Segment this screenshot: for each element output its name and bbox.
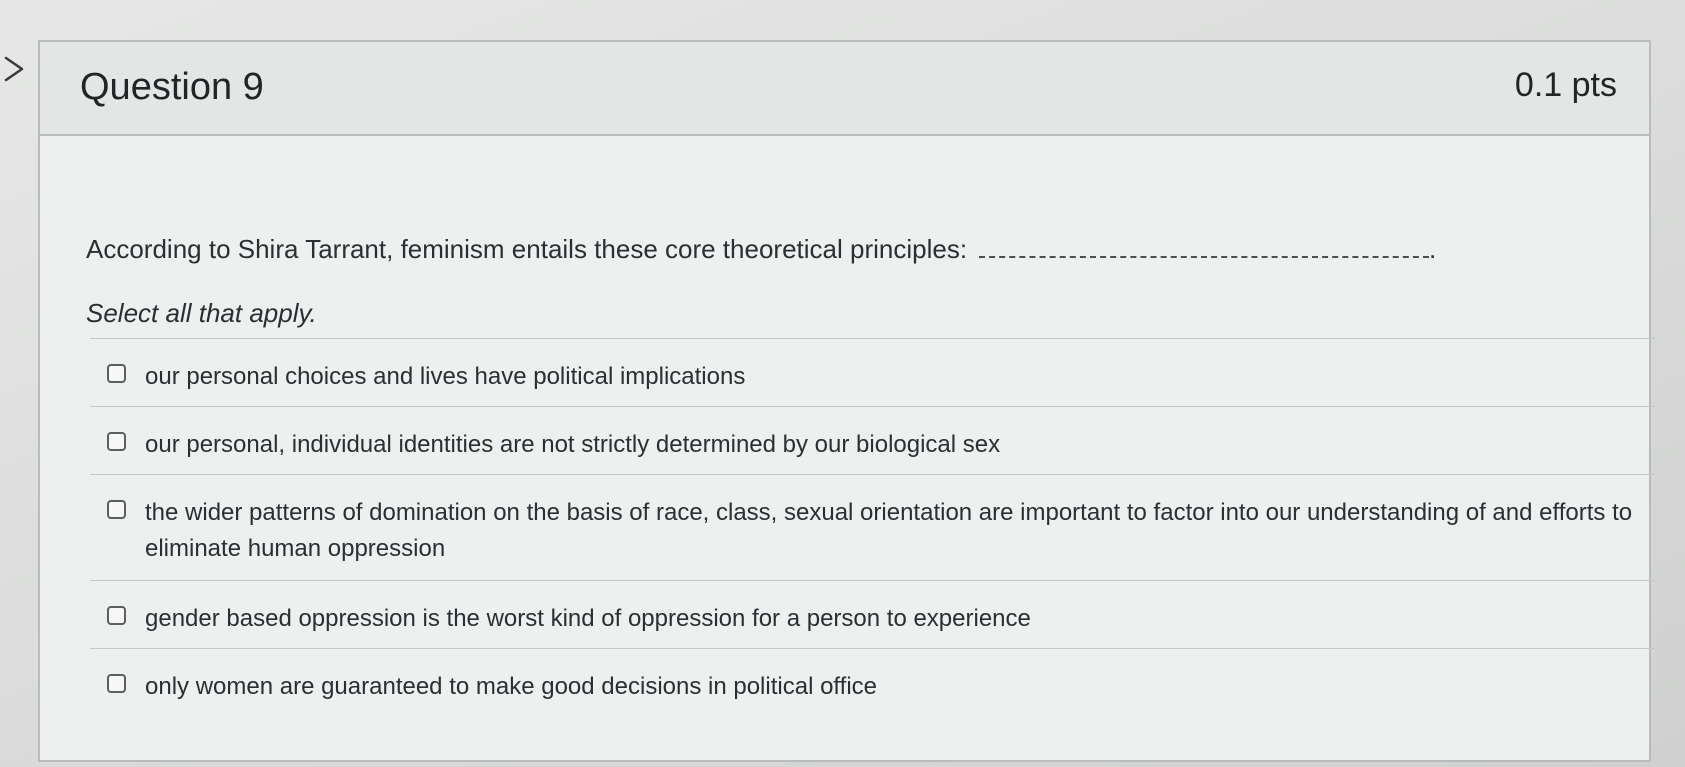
checkbox-unchecked-icon[interactable] xyxy=(107,364,126,383)
answer-list: our personal choices and lives have poli… xyxy=(90,338,1655,717)
answer-option[interactable]: our personal, individual identities are … xyxy=(90,407,1655,475)
answer-option[interactable]: gender based oppression is the worst kin… xyxy=(90,581,1655,649)
answer-label[interactable]: our personal, individual identities are … xyxy=(145,427,1655,463)
select-all-instruction: Select all that apply. xyxy=(86,298,317,328)
chevron-right-icon[interactable] xyxy=(0,52,30,86)
question-title: Question 9 xyxy=(80,66,264,108)
checkbox-unchecked-icon[interactable] xyxy=(107,432,126,451)
answer-label[interactable]: our personal choices and lives have poli… xyxy=(145,359,1655,395)
checkbox-unchecked-icon[interactable] xyxy=(107,500,126,519)
answer-option[interactable]: only women are guaranteed to make good d… xyxy=(90,649,1655,717)
fill-in-blank xyxy=(979,234,1430,258)
blank-period: . xyxy=(1429,234,1437,264)
question-card: Question 9 0.1 pts According to Shira Ta… xyxy=(38,40,1655,762)
checkbox-unchecked-icon[interactable] xyxy=(107,674,126,693)
question-prompt: According to Shira Tarrant, feminism ent… xyxy=(86,234,968,264)
question-text: According to Shira Tarrant, feminism ent… xyxy=(86,234,1436,265)
answer-label[interactable]: gender based oppression is the worst kin… xyxy=(145,601,1655,637)
answer-option[interactable]: the wider patterns of domination on the … xyxy=(90,475,1655,581)
question-points: 0.1 pts xyxy=(1514,66,1617,104)
answer-label[interactable]: only women are guaranteed to make good d… xyxy=(145,669,1655,705)
answer-label[interactable]: the wider patterns of domination on the … xyxy=(145,495,1655,567)
answer-option[interactable]: our personal choices and lives have poli… xyxy=(90,339,1655,407)
question-header: Question 9 0.1 pts xyxy=(40,42,1649,136)
checkbox-unchecked-icon[interactable] xyxy=(107,606,126,625)
